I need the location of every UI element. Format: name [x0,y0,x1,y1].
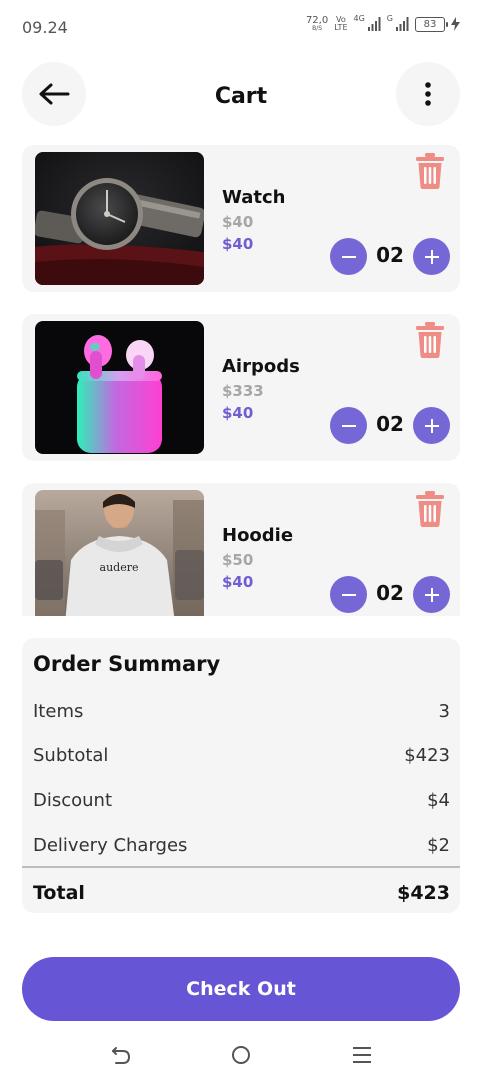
item-image-hoodie: audere [35,490,204,616]
checkout-button[interactable]: Check Out [22,957,460,1021]
plus-icon [424,587,439,602]
item-price: $40 [222,235,254,253]
nav-back-button[interactable] [108,1042,134,1068]
item-price: $40 [222,404,254,422]
network-type-2: G [386,13,393,23]
nav-recents-button[interactable] [349,1042,375,1068]
volte-indicator: Vo LTE [334,16,347,32]
delete-item-button[interactable] [415,153,445,189]
decrease-quantity-button[interactable] [330,576,367,613]
decrease-quantity-button[interactable] [330,238,367,275]
item-name: Watch [222,187,286,208]
item-name: Hoodie [222,525,294,546]
increase-quantity-button[interactable] [413,407,450,444]
item-name: Airpods [222,356,300,377]
system-nav-bar [0,1032,482,1080]
charging-icon [451,17,460,31]
order-summary: Order Summary Items 3 Subtotal $423 Disc… [22,638,460,913]
item-image-watch [35,152,204,285]
summary-row-delivery: Delivery Charges $2 [33,835,450,856]
order-summary-title: Order Summary [33,652,221,676]
quantity-value: 02 [376,243,404,267]
total-value: $423 [397,882,450,904]
network-speed-unit: B/S [312,25,323,32]
cart-item: audere Hoodie $50 $40 02 [22,483,460,616]
status-time: 09.24 [22,18,68,37]
nav-home-icon [232,1046,250,1064]
summary-row-value: $423 [404,745,450,766]
trash-icon [416,491,444,527]
summary-row-value: $2 [427,835,450,856]
item-old-price: $50 [222,551,254,569]
item-old-price: $40 [222,213,254,231]
nav-home-button[interactable] [228,1042,254,1068]
cart-list[interactable]: Watch $40 $40 02 Airpods $333 $40 02 aud… [22,145,460,616]
item-image-airpods [35,321,204,454]
delete-item-button[interactable] [415,322,445,358]
cart-item: Airpods $333 $40 02 [22,314,460,461]
summary-row-items: Items 3 [33,701,450,722]
increase-quantity-button[interactable] [413,576,450,613]
battery-level: 83 [423,18,437,30]
summary-divider [22,866,460,868]
delete-item-button[interactable] [415,491,445,527]
trash-icon [416,322,444,358]
plus-icon [424,249,439,264]
quantity-value: 02 [376,412,404,436]
volte-bottom: LTE [334,23,348,32]
status-icons: 72,0 B/S Vo LTE 4G G 83 [306,13,460,32]
network-speed: 72,0 B/S [306,16,328,32]
item-price: $40 [222,573,254,591]
nav-back-icon [112,1047,131,1064]
network-type-1: 4G [353,13,365,23]
minus-icon [341,593,356,596]
summary-row-value: 3 [438,701,450,722]
minus-icon [341,255,356,258]
summary-row-subtotal: Subtotal $423 [33,745,450,766]
increase-quantity-button[interactable] [413,238,450,275]
summary-row-label: Subtotal [33,745,109,766]
total-label: Total [33,882,85,904]
minus-icon [341,424,356,427]
quantity-value: 02 [376,581,404,605]
more-options-button[interactable] [396,62,460,126]
more-vertical-icon [425,82,431,106]
nav-recents-icon [353,1047,371,1063]
decrease-quantity-button[interactable] [330,407,367,444]
battery-icon: 83 [415,16,448,32]
summary-total-row: Total $423 [33,882,450,904]
item-old-price: $333 [222,382,264,400]
summary-row-label: Items [33,701,84,722]
plus-icon [424,418,439,433]
hoodie-print-text: audere [100,561,139,574]
summary-row-label: Delivery Charges [33,835,188,856]
summary-row-label: Discount [33,790,113,811]
trash-icon [416,153,444,189]
summary-row-discount: Discount $4 [33,790,450,811]
status-bar: 09.24 72,0 B/S Vo LTE 4G G 83 [0,0,482,54]
summary-row-value: $4 [427,790,450,811]
signal-icon [367,17,381,31]
signal-icon-2 [396,17,409,31]
cart-item: Watch $40 $40 02 [22,145,460,292]
